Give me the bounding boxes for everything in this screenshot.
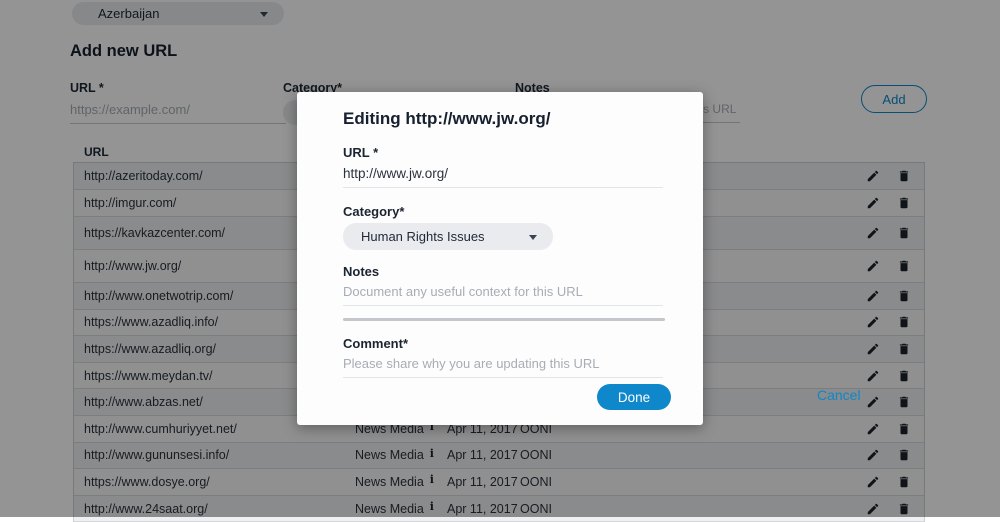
modal-notes-label: Notes	[343, 264, 379, 279]
cancel-button[interactable]: Cancel	[817, 387, 861, 403]
modal-url-input[interactable]	[343, 166, 663, 188]
edit-url-modal: Editing http://www.jw.org/ URL * Categor…	[297, 92, 703, 425]
modal-category-label: Category*	[343, 204, 404, 219]
modal-title: Editing http://www.jw.org/	[343, 109, 550, 129]
done-button[interactable]: Done	[597, 384, 671, 410]
modal-notes-input[interactable]	[343, 284, 663, 306]
chevron-down-icon	[529, 235, 537, 240]
modal-category-select[interactable]: Human Rights Issues	[343, 223, 553, 250]
modal-comment-label: Comment*	[343, 336, 408, 351]
modal-comment-input[interactable]	[343, 356, 663, 378]
modal-url-label: URL *	[343, 145, 378, 160]
section-divider	[343, 318, 665, 321]
modal-category-value: Human Rights Issues	[361, 229, 485, 244]
